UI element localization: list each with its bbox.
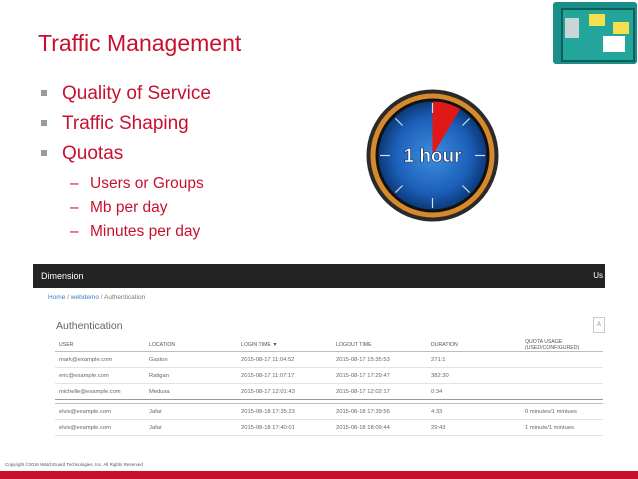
clock-icon: 1 hour: [366, 89, 499, 222]
cell-login-time: 2015-08-17 12:01:43: [237, 383, 332, 400]
bullet-text: Traffic Shaping: [62, 113, 189, 134]
breadcrumb-separator: /: [100, 294, 103, 301]
bullet-list: Quality of Service Traffic Shaping Quota…: [38, 82, 211, 244]
cell-duration: 4:33: [427, 403, 521, 420]
cell-logout-time: 2015-08-18 18:09:44: [332, 419, 427, 436]
search-input[interactable]: A: [593, 317, 605, 333]
table-header-row: USER LOCATION LOGIN TIME ▼ LOGOUT TIME D…: [55, 339, 603, 352]
footer-bar: [0, 471, 638, 479]
cell-location: Jafar: [145, 403, 237, 420]
sticky-note-icon: [613, 22, 629, 34]
cell-user: eric@example.com: [55, 367, 145, 384]
cell-logout-time: 2015-08-17 12:02:17: [332, 383, 427, 400]
breadcrumb-current: Authentication: [104, 294, 146, 301]
cell-logout-time: 2015-08-17 15:35:53: [332, 351, 427, 368]
sticky-note-icon: [589, 14, 605, 26]
paper-note-icon: [603, 36, 625, 52]
sub-bullet-text: Minutes per day: [90, 223, 201, 240]
bullet-square-icon: [41, 150, 47, 156]
breadcrumb: Home / webdemo / Authentication: [48, 294, 145, 301]
cell-logout-time: 2015-08-18 17:39:56: [332, 403, 427, 420]
table-row[interactable]: elvis@example.com Jafar 2015-08-18 17:40…: [55, 419, 603, 436]
cell-location: Gaston: [145, 351, 237, 368]
table-row[interactable]: eric@example.com Ratigan 2015-08-17 11:0…: [55, 367, 603, 384]
cell-location: Medusa: [145, 383, 237, 400]
column-header-login-time[interactable]: LOGIN TIME ▼: [237, 339, 332, 352]
dash-icon: –: [70, 175, 79, 192]
breadcrumb-home-link[interactable]: Home: [48, 294, 65, 301]
sub-bullet-item: – Mb per day: [38, 196, 211, 220]
dashboard-title: Dimension: [41, 271, 84, 281]
cell-login-time: 2015-08-18 17:35:23: [237, 403, 332, 420]
cell-duration: 29:43: [427, 419, 521, 436]
table-row[interactable]: michelle@example.com Medusa 2015-08-17 1…: [55, 383, 603, 400]
column-header-duration[interactable]: DURATION: [427, 339, 521, 352]
cell-duration: 382:30: [427, 367, 521, 384]
bullet-square-icon: [41, 120, 47, 126]
cell-quota: 0 minutes/1 mintues: [521, 403, 603, 420]
authentication-table: USER LOCATION LOGIN TIME ▼ LOGOUT TIME D…: [55, 339, 603, 436]
sub-bullet-text: Users or Groups: [90, 175, 204, 192]
sub-bullet-item: – Users or Groups: [38, 172, 211, 196]
column-header-quota-usage[interactable]: QUOTA USAGE (USED/CONFIGURED): [521, 339, 603, 352]
cell-location: Ratigan: [145, 367, 237, 384]
cell-user: elvis@example.com: [55, 419, 145, 436]
section-title: Authentication: [56, 320, 123, 332]
bullet-text: Quotas: [62, 143, 124, 164]
cell-user: elvis@example.com: [55, 403, 145, 420]
dashboard-header: Dimension Us: [33, 264, 605, 288]
bullet-square-icon: [41, 90, 47, 96]
sub-bullet-text: Mb per day: [90, 199, 168, 216]
table-row[interactable]: mark@example.com Gaston 2015-08-17 11:04…: [55, 351, 603, 368]
bullet-item: Quotas: [38, 142, 211, 172]
column-header-logout-time[interactable]: LOGOUT TIME: [332, 339, 427, 352]
cell-quota: 1 minute/1 mintues: [521, 419, 603, 436]
dash-icon: –: [70, 199, 79, 216]
table-row[interactable]: elvis@example.com Jafar 2015-08-18 17:35…: [55, 403, 603, 420]
bullet-text: Quality of Service: [62, 83, 211, 104]
cell-logout-time: 2015-08-17 17:29:47: [332, 367, 427, 384]
column-header-location[interactable]: LOCATION: [145, 339, 237, 352]
user-menu[interactable]: Us: [593, 264, 603, 288]
cell-duration: 0:34: [427, 383, 521, 400]
breadcrumb-separator: /: [67, 294, 69, 301]
sub-bullet-item: – Minutes per day: [38, 220, 211, 244]
cell-quota: [521, 383, 603, 400]
screen-icon: [565, 18, 579, 38]
bullet-item: Quality of Service: [38, 82, 211, 112]
cell-quota: [521, 367, 603, 384]
cell-quota: [521, 351, 603, 368]
bullet-item: Traffic Shaping: [38, 112, 211, 142]
cell-location: Jafar: [145, 419, 237, 436]
dash-icon: –: [70, 223, 79, 240]
dashboard-screenshot: Dimension Us Home / webdemo / Authentica…: [33, 264, 605, 444]
cell-login-time: 2015-08-17 11:07:17: [237, 367, 332, 384]
cell-user: mark@example.com: [55, 351, 145, 368]
cell-login-time: 2015-08-18 17:40:01: [237, 419, 332, 436]
clock-label: 1 hour: [403, 146, 462, 167]
whiteboard-image: [553, 2, 637, 64]
cell-login-time: 2015-08-17 11:04:52: [237, 351, 332, 368]
cell-duration: 271:1: [427, 351, 521, 368]
cell-user: michelle@example.com: [55, 383, 145, 400]
column-header-user[interactable]: USER: [55, 339, 145, 352]
breadcrumb-webdemo-link[interactable]: webdemo: [71, 294, 99, 301]
copyright-text: Copyright ©2016 WatchGuard Technologies,…: [5, 462, 143, 467]
slide-title: Traffic Management: [38, 30, 242, 56]
